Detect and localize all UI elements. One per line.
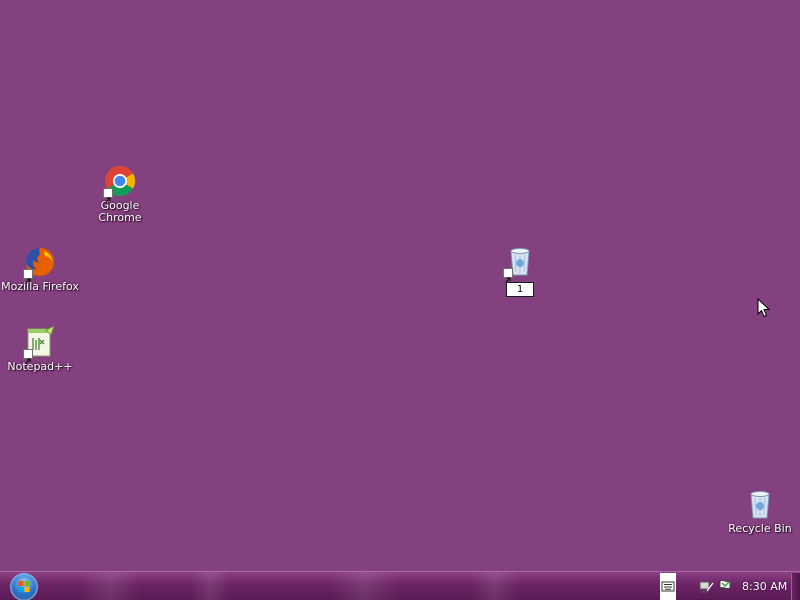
taskbar-decoration (190, 572, 230, 600)
show-desktop-button[interactable] (791, 573, 800, 600)
desktop-icon-mozilla-firefox[interactable]: Mozilla Firefox (0, 246, 80, 293)
desktop-icon-label: Google Chrome (98, 199, 142, 224)
shortcut-arrow-icon (503, 268, 513, 283)
taskbar: 8:30 AM (0, 571, 800, 600)
desktop-icon-recycle-bin[interactable]: Recycle Bin (720, 488, 800, 535)
desktop-icon-recycle-bin-shortcut[interactable] (480, 245, 560, 297)
desktop-icon-google-chrome[interactable]: Google Chrome (80, 165, 160, 224)
mouse-cursor-icon (757, 297, 771, 318)
shortcut-arrow-icon (103, 188, 113, 203)
recycle-bin-icon (503, 245, 536, 283)
windows-orb-icon (18, 581, 30, 592)
desktop-icon-notepadpp[interactable]: Notepad++ (0, 325, 80, 373)
network-icon[interactable] (698, 578, 714, 594)
start-button[interactable] (10, 573, 38, 600)
taskbar-decoration (470, 572, 520, 600)
taskbar-decoration (330, 572, 400, 600)
action-center-icon[interactable] (717, 578, 733, 594)
desktop-icon-label: Notepad++ (7, 360, 73, 373)
desktop-icon-label: Mozilla Firefox (1, 280, 79, 293)
shortcut-arrow-icon (23, 269, 33, 284)
desktop-icon-label: Recycle Bin (728, 522, 792, 535)
firefox-icon (23, 246, 56, 284)
recycle-bin-icon (744, 488, 776, 520)
chrome-icon (103, 165, 136, 203)
notepadpp-icon (23, 325, 56, 364)
keyboard-icon[interactable] (660, 573, 676, 600)
system-clock[interactable]: 8:30 AM (742, 580, 787, 593)
desktop[interactable]: Google Chrome Mozilla Firefox Notepad++ … (0, 0, 800, 571)
taskbar-decoration (80, 572, 140, 600)
shortcut-arrow-icon (23, 349, 33, 364)
rename-input[interactable] (506, 282, 534, 297)
